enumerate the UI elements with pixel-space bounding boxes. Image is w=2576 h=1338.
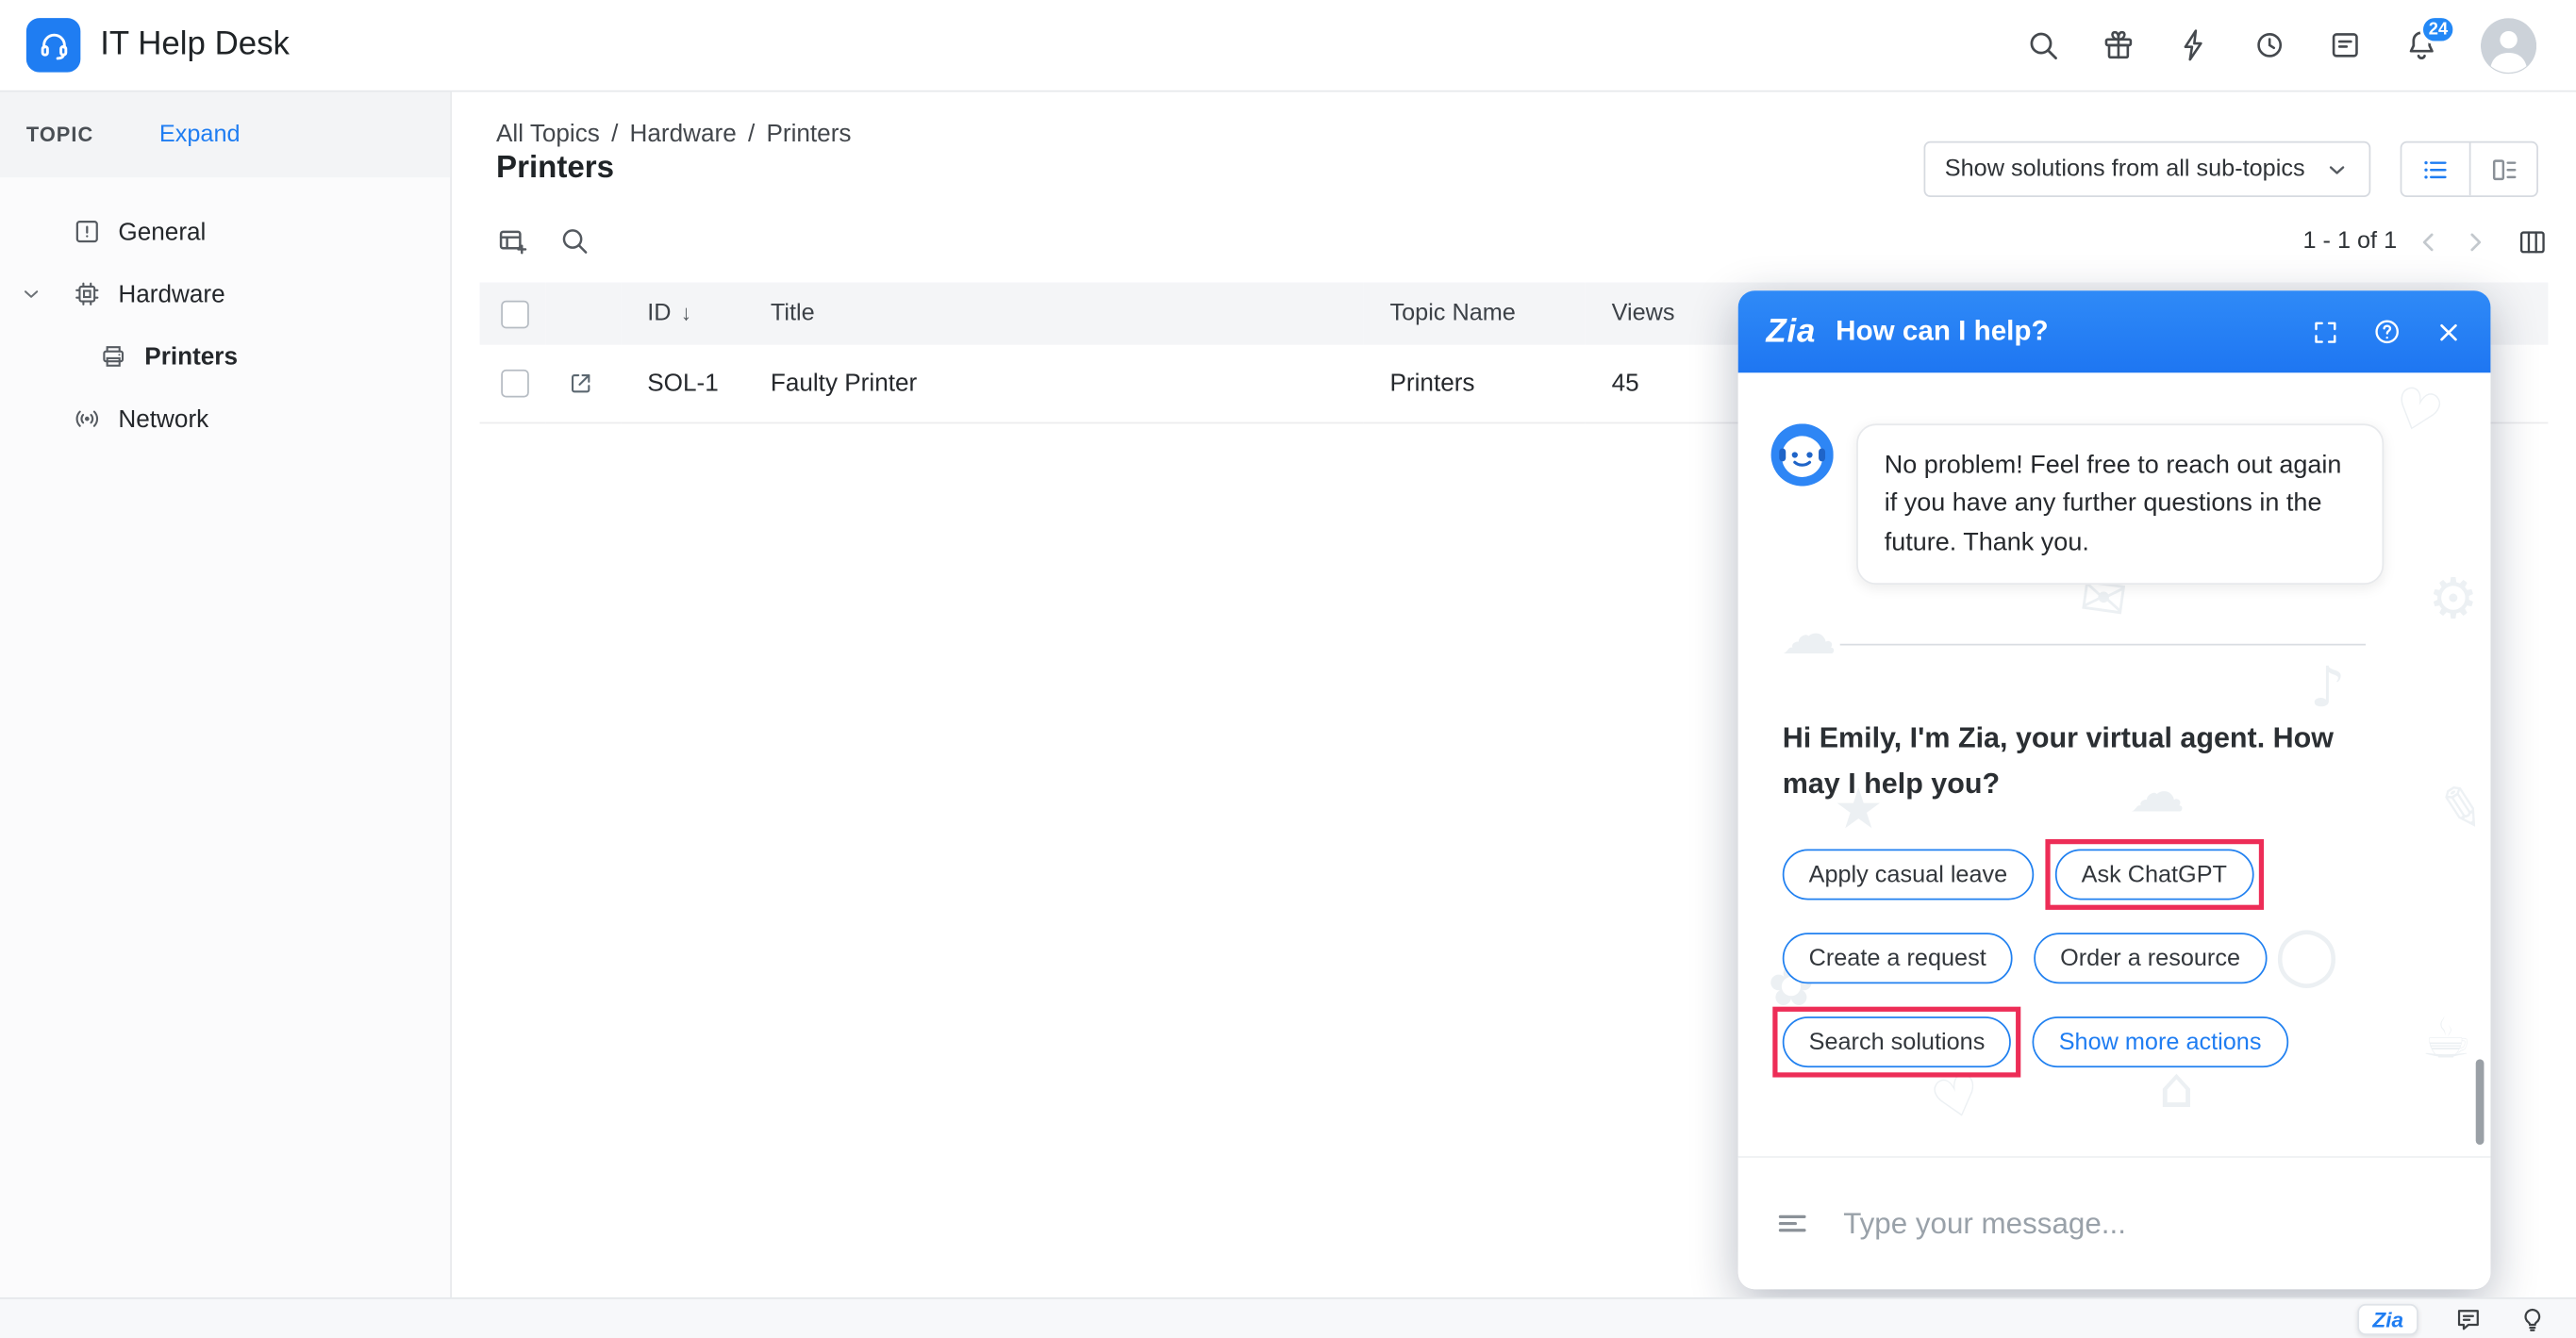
action-search-solutions[interactable]: Search solutions	[1772, 1006, 2022, 1078]
sidebar-item-hardware[interactable]: Hardware	[0, 263, 450, 325]
bottombar: Zia	[0, 1297, 2576, 1338]
topic-tree: General Hardware Printers Network	[0, 177, 450, 450]
sort-desc-icon[interactable]: ↓	[681, 301, 691, 325]
subtopic-filter-dropdown[interactable]: Show solutions from all sub-topics	[1923, 140, 2371, 198]
notification-badge: 24	[2420, 13, 2456, 44]
chat-dock-icon[interactable]	[2454, 1305, 2483, 1333]
topic-sidebar: TOPIC Expand General Hardware Printers N…	[0, 91, 452, 1297]
sidebar-item-network[interactable]: Network	[0, 388, 450, 450]
message-options-icon[interactable]	[1774, 1205, 1810, 1241]
feedback-note-icon[interactable]	[2328, 28, 2363, 63]
sidebar-item-printers[interactable]: Printers	[0, 325, 450, 388]
sidebar-item-label: Hardware	[118, 279, 225, 308]
open-in-new-icon[interactable]	[567, 369, 621, 397]
sidebar-item-label: Printers	[144, 342, 239, 371]
general-topic-icon	[73, 217, 102, 246]
chat-scrollbar[interactable]	[2475, 1059, 2485, 1145]
printer-icon	[99, 341, 128, 371]
column-header-title[interactable]: Title	[744, 283, 1364, 345]
expand-link[interactable]: Expand	[159, 122, 241, 148]
sidebar-item-label: General	[118, 217, 207, 246]
select-all-checkbox[interactable]	[501, 299, 529, 328]
chevron-down-icon[interactable]	[20, 283, 42, 306]
chat-message-input[interactable]	[1839, 1204, 2455, 1243]
close-chat-icon[interactable]	[2435, 318, 2463, 346]
chat-header: Zia How can I help?	[1737, 290, 2491, 373]
pagination-text: 1 - 1 of 1	[2302, 228, 2398, 255]
zia-bot-avatar	[1770, 423, 1834, 487]
action-order-a-resource[interactable]: Order a resource	[2034, 933, 2267, 984]
subtopic-filter-value: Show solutions from all sub-topics	[1944, 156, 2305, 183]
hardware-topic-icon	[73, 279, 102, 308]
action-create-a-request[interactable]: Create a request	[1782, 933, 2013, 984]
chevron-down-icon	[2329, 165, 2345, 173]
cell-title[interactable]: Faulty Printer	[744, 345, 1364, 422]
app-window: IT Help Desk 24 TOPIC Expand General Har…	[0, 0, 2576, 1338]
table-search-icon[interactable]	[558, 225, 590, 258]
help-icon[interactable]	[2372, 317, 2401, 346]
app-brand[interactable]: IT Help Desk	[25, 18, 290, 73]
prev-page-icon[interactable]	[2415, 227, 2443, 256]
cell-id: SOL-1	[647, 369, 719, 398]
column-chooser-icon[interactable]	[2517, 225, 2548, 256]
lightbulb-icon[interactable]	[2518, 1305, 2547, 1333]
app-title: IT Help Desk	[100, 25, 290, 63]
column-header-id[interactable]: ID ↓	[621, 283, 744, 345]
chat-title: How can I help?	[1836, 315, 2049, 347]
network-topic-icon	[73, 404, 102, 433]
chat-input-bar	[1737, 1156, 2491, 1290]
topbar: IT Help Desk 24	[0, 0, 2576, 92]
headset-logo-icon	[25, 18, 81, 73]
quick-actions-bolt-icon[interactable]	[2177, 28, 2212, 63]
cell-topic-name: Printers	[1389, 369, 1475, 398]
sidebar-header: TOPIC Expand	[0, 91, 451, 178]
user-avatar[interactable]	[2480, 17, 2537, 74]
bot-message-row: No problem! Feel free to reach out again…	[1770, 423, 2385, 585]
page-title: Printers	[495, 151, 615, 186]
next-page-icon[interactable]	[2461, 227, 2489, 256]
zia-dock-icon[interactable]: Zia	[2357, 1303, 2418, 1335]
chat-greeting: Hi Emily, I'm Zia, your virtual agent. H…	[1782, 720, 2334, 801]
column-header-topic-name[interactable]: Topic Name	[1364, 283, 1586, 345]
whats-new-gift-icon[interactable]	[2102, 28, 2136, 63]
list-view-button[interactable]	[2401, 143, 2468, 196]
view-toggle	[2400, 140, 2538, 198]
action-apply-casual-leave[interactable]: Apply casual leave	[1782, 849, 2035, 900]
bot-message: No problem! Feel free to reach out again…	[1856, 423, 2385, 585]
sidebar-item-general[interactable]: General	[0, 200, 450, 262]
zia-chat-widget: Zia How can I help? ♡ ☁ ✂ ⚙ ♪ ★ ✎ ☁ ✿ ○ …	[1737, 290, 2491, 1290]
search-icon[interactable]	[2026, 28, 2061, 63]
chat-quick-actions: Apply casual leave Ask ChatGPT Create a …	[1772, 839, 2288, 1078]
recent-items-history-icon[interactable]	[2252, 28, 2287, 63]
add-view-icon[interactable]	[496, 225, 529, 258]
chat-divider	[1839, 643, 2367, 646]
chat-body: No problem! Feel free to reach out again…	[1737, 372, 2491, 1157]
topbar-actions: 24	[2026, 13, 2537, 74]
action-ask-chatgpt[interactable]: Ask ChatGPT	[2045, 839, 2263, 910]
row-checkbox[interactable]	[501, 369, 529, 398]
sidebar-item-label: Network	[118, 405, 209, 433]
board-view-button[interactable]	[2468, 142, 2536, 196]
action-show-more-actions[interactable]: Show more actions	[2032, 1016, 2288, 1068]
notifications-bell-icon[interactable]: 24	[2403, 13, 2456, 63]
zia-logo: Zia	[1766, 312, 1817, 350]
expand-chat-icon[interactable]	[2312, 318, 2340, 346]
topic-label: TOPIC	[25, 123, 94, 147]
